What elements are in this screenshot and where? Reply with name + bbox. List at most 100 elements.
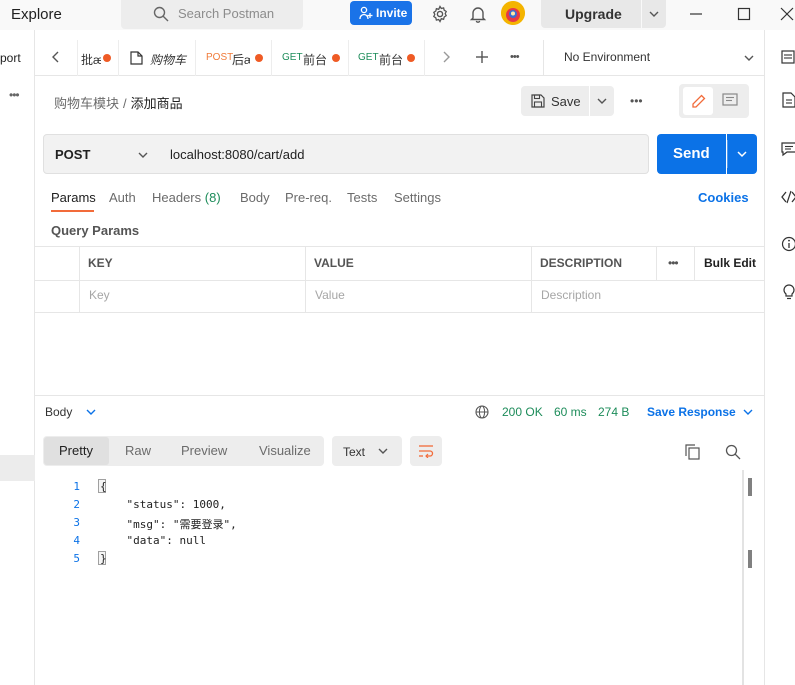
lightbulb-icon[interactable] [781, 284, 795, 300]
divider [77, 40, 78, 76]
upgrade-label: Upgrade [565, 6, 622, 22]
avatar[interactable] [501, 1, 525, 25]
sidebar-more-button[interactable]: ••• [9, 88, 20, 102]
key-input[interactable]: Key [89, 288, 110, 302]
info-icon[interactable] [781, 236, 795, 252]
breadcrumb-collection[interactable]: 购物车模块 [54, 96, 119, 111]
save-dropdown-button[interactable] [590, 86, 614, 116]
bell-icon[interactable] [469, 5, 487, 23]
search-input[interactable]: Search Postman [121, 0, 303, 29]
chevron-right-icon[interactable] [439, 50, 453, 64]
method-label: POST [55, 147, 91, 162]
tab-method: GET [282, 52, 303, 63]
code-icon[interactable] [781, 189, 795, 205]
explore-link[interactable]: Explore [11, 6, 62, 23]
tab-params[interactable]: Params [51, 190, 96, 205]
send-dropdown-button[interactable] [727, 134, 757, 174]
value-input[interactable]: Value [315, 288, 345, 302]
column-header-value: VALUE [314, 256, 354, 270]
column-header-description: DESCRIPTION [540, 256, 623, 270]
tab-prerequest-script[interactable]: Pre-req. [285, 190, 332, 205]
response-divider[interactable] [35, 395, 764, 396]
response-status[interactable]: 200 OK [502, 405, 543, 419]
tab-body[interactable]: Body [240, 190, 270, 205]
invite-label: Invite [376, 6, 408, 20]
chevron-down-icon [86, 409, 96, 415]
scroll-marker [748, 478, 752, 496]
documentation-icon[interactable] [781, 92, 795, 108]
headers-count: (8) [204, 190, 221, 205]
comment-mode-icon[interactable] [722, 93, 738, 108]
close-icon[interactable] [779, 6, 795, 22]
document-icon [130, 51, 143, 65]
code-line[interactable]: "status": 1000, [100, 498, 225, 511]
comments-icon[interactable] [781, 141, 795, 157]
gear-icon[interactable] [431, 5, 449, 23]
query-params-title: Query Params [51, 223, 140, 238]
method-select[interactable]: POST [43, 134, 159, 174]
upgrade-dropdown-button[interactable] [642, 0, 666, 28]
tab-request-5[interactable]: GET 前台 [350, 40, 425, 76]
invite-button[interactable]: Invite [350, 1, 412, 25]
tab-tests[interactable]: Tests [347, 190, 377, 205]
tab-settings[interactable]: Settings [394, 190, 441, 205]
tab-request-1[interactable]: 批æ [79, 40, 119, 76]
left-sidebar: port ••• [0, 30, 35, 685]
view-tab-preview[interactable]: Preview [181, 443, 227, 458]
response-format-select[interactable]: Text [332, 436, 402, 466]
search-icon[interactable] [725, 444, 741, 460]
bulk-edit-button[interactable]: Bulk Edit [704, 256, 756, 270]
globe-icon[interactable] [475, 405, 489, 419]
copy-icon[interactable] [685, 444, 700, 460]
code-scrollbar-track[interactable] [742, 470, 744, 685]
description-input[interactable]: Description [541, 288, 601, 302]
import-button[interactable]: port [0, 51, 21, 65]
save-response-label: Save Response [647, 405, 736, 419]
code-line[interactable]: { [100, 480, 107, 493]
minimize-icon[interactable] [688, 6, 704, 22]
divider [305, 247, 306, 313]
plus-icon[interactable] [475, 50, 489, 64]
code-line[interactable]: } [100, 552, 107, 565]
tab-request-3[interactable]: POST 后æ [197, 40, 272, 76]
wrap-lines-button[interactable] [410, 436, 442, 466]
breadcrumb-request-name[interactable]: 添加商品 [131, 96, 183, 111]
view-tab-visualize[interactable]: Visualize [259, 443, 311, 458]
url-input[interactable]: localhost:8080/cart/add [158, 134, 649, 174]
environment-select[interactable]: No Environment [543, 40, 764, 76]
view-tab-pretty[interactable]: Pretty [59, 443, 93, 458]
save-button[interactable]: Save [521, 86, 589, 116]
tab-name: 前台 [303, 53, 328, 67]
tab-request-4[interactable]: GET 前台 [273, 40, 349, 76]
line-number: 3 [73, 516, 80, 529]
add-user-icon [359, 6, 373, 20]
divider [694, 247, 695, 280]
column-options-button[interactable]: ••• [668, 256, 679, 270]
line-number: 2 [73, 498, 80, 511]
send-button[interactable]: Send [657, 134, 726, 174]
view-tab-raw[interactable]: Raw [125, 443, 151, 458]
request-more-button[interactable]: ••• [630, 94, 643, 108]
line-number: 5 [73, 552, 80, 565]
chevron-left-icon[interactable] [49, 50, 63, 64]
tab-request-2[interactable]: 购物车 [120, 40, 196, 76]
cookies-link[interactable]: Cookies [698, 190, 749, 205]
tab-method: POST [206, 52, 234, 63]
tab-headers[interactable]: Headers (8) [152, 190, 221, 205]
save-icon [531, 94, 545, 108]
tab-auth[interactable]: Auth [109, 190, 136, 205]
divider [35, 280, 764, 281]
maximize-icon[interactable] [736, 6, 752, 22]
upgrade-button[interactable]: Upgrade [541, 0, 641, 28]
code-line[interactable]: "data": null [100, 534, 205, 547]
edit-mode-button[interactable] [683, 87, 713, 115]
response-body-label[interactable]: Body [45, 405, 96, 419]
environment-quick-look-icon[interactable] [781, 49, 795, 65]
tabs-more-button[interactable]: ••• [510, 51, 520, 63]
response-time[interactable]: 60 ms [554, 405, 587, 419]
code-line[interactable]: "msg": "需要登录", [100, 516, 236, 532]
save-response-button[interactable]: Save Response [647, 405, 753, 419]
sidebar-selected-item[interactable] [0, 455, 35, 481]
tab-name: 后æ [232, 53, 250, 67]
response-size[interactable]: 274 B [598, 405, 629, 419]
